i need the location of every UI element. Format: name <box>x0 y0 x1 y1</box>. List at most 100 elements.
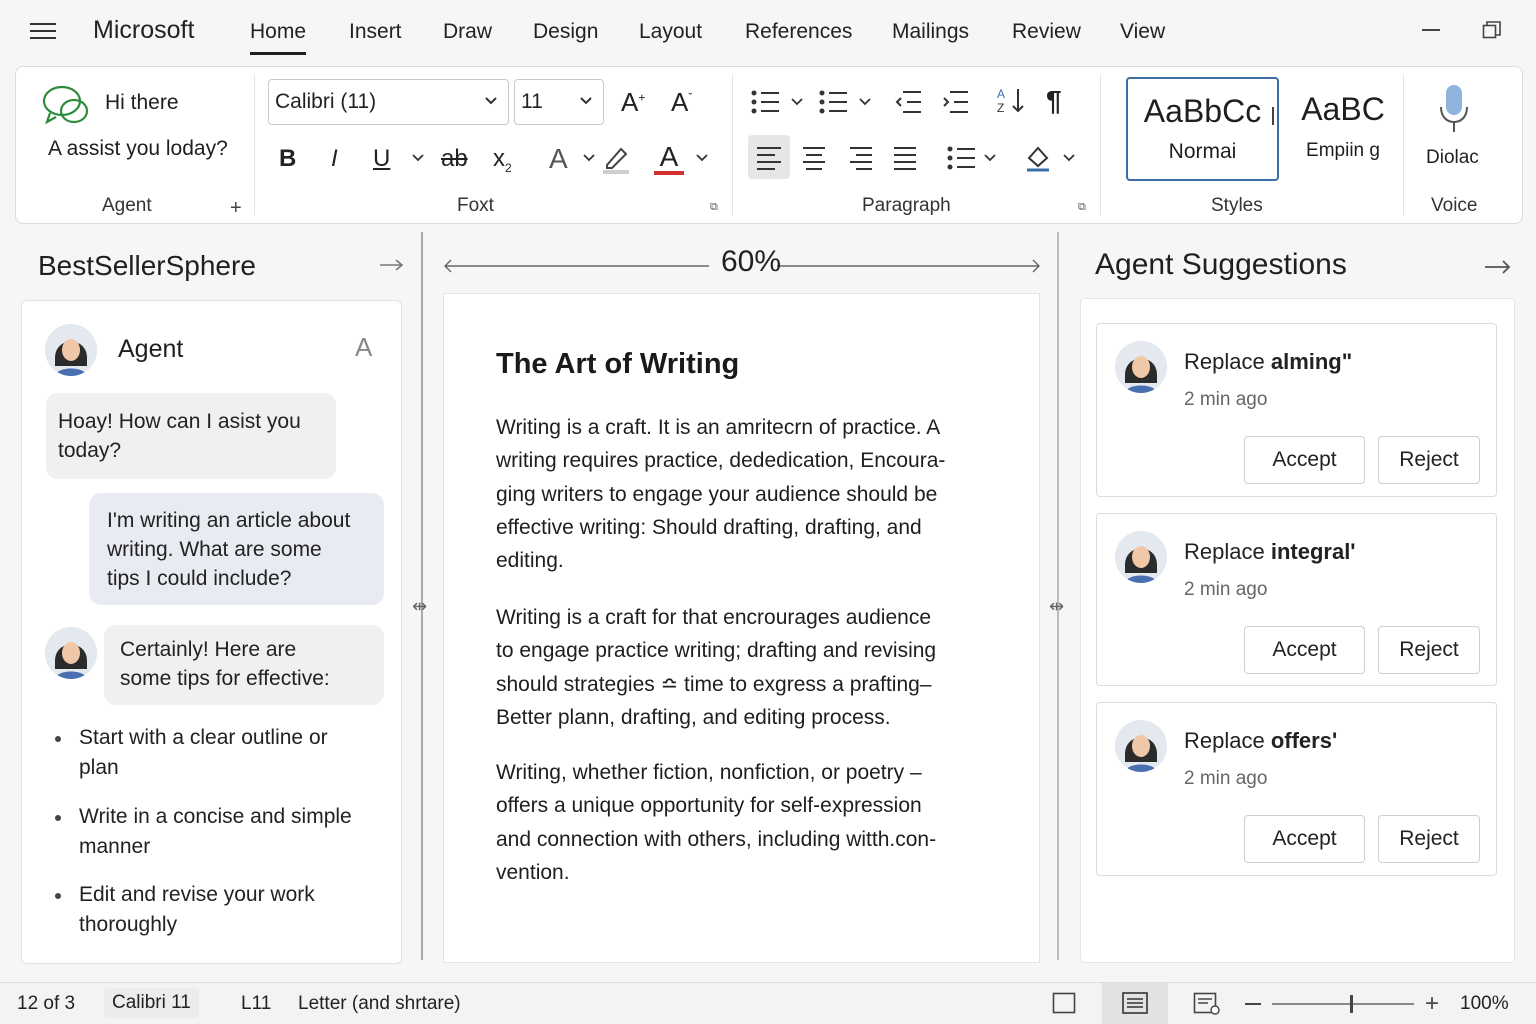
document-paragraph[interactable]: Writing is a craft. It is an amritecrn o… <box>496 411 996 577</box>
agent-expand-icon[interactable]: + <box>230 197 242 220</box>
decrease-indent-icon[interactable] <box>895 89 923 115</box>
suggestion-prefix: Replace <box>1184 349 1265 374</box>
print-layout-button[interactable] <box>1102 983 1168 1024</box>
zoom-out-icon[interactable] <box>1245 1003 1261 1005</box>
web-layout-icon[interactable] <box>1193 992 1221 1016</box>
group-divider <box>1403 75 1404 215</box>
tab-insert[interactable]: Insert <box>349 20 402 44</box>
chevron-down-icon[interactable] <box>583 153 595 163</box>
paper-size[interactable]: Letter (and shrtare) <box>298 993 461 1015</box>
focus-view-icon[interactable] <box>1052 992 1076 1014</box>
page-count[interactable]: 12 of 3 <box>17 993 75 1015</box>
collapse-arrow-icon[interactable] <box>379 256 405 274</box>
style-emphasis[interactable]: AaBC Empiin g <box>1288 77 1398 181</box>
align-center-icon[interactable] <box>801 145 827 171</box>
reject-button[interactable]: Reject <box>1378 815 1480 863</box>
font-dialog-launcher-icon[interactable]: ⧉ <box>710 201 718 214</box>
increase-indent-icon[interactable] <box>942 89 970 115</box>
highlight-icon[interactable] <box>601 143 631 175</box>
tip-line: plan <box>79 756 119 779</box>
tab-layout[interactable]: Layout <box>639 20 702 44</box>
suggestion-word: integral' <box>1270 539 1356 564</box>
microphone-icon[interactable] <box>1438 83 1470 135</box>
document-paragraph[interactable]: Writing, whether fiction, nonfiction, or… <box>496 756 996 889</box>
strikethrough-icon[interactable]: ab <box>441 145 468 173</box>
tip-item: Edit and revise your work thoroughly <box>55 880 315 940</box>
tab-home[interactable]: Home <box>250 20 307 55</box>
bullets-icon[interactable] <box>750 89 780 115</box>
grow-font-icon[interactable]: A+ <box>621 87 645 118</box>
tab-design[interactable]: Design <box>533 20 598 44</box>
tab-mailings[interactable]: Mailings <box>892 20 969 44</box>
numbering-icon[interactable] <box>818 89 848 115</box>
chevron-down-icon[interactable] <box>859 97 871 107</box>
group-divider <box>1100 75 1101 215</box>
chevron-down-icon[interactable] <box>984 153 996 163</box>
reject-button[interactable]: Reject <box>1378 436 1480 484</box>
align-right-icon[interactable] <box>848 145 874 171</box>
agent-menu-icon[interactable]: A <box>355 332 372 363</box>
tip-line: thoroughly <box>79 913 178 936</box>
chevron-down-icon[interactable] <box>696 153 708 163</box>
zoom-in-icon[interactable]: + <box>1425 990 1439 1018</box>
subscript-icon[interactable]: x2 <box>493 145 512 175</box>
zoom-slider[interactable] <box>1272 1003 1414 1005</box>
style-normal[interactable]: AaBbCc Normai <box>1126 77 1279 181</box>
italic-icon[interactable]: I <box>331 145 338 173</box>
chevron-down-icon[interactable] <box>791 97 803 107</box>
text-line: to engage practice writing; drafting and… <box>496 639 937 663</box>
bold-icon[interactable]: B <box>279 145 296 173</box>
font-size-select[interactable]: 11 <box>514 79 604 125</box>
splitter-handle-icon[interactable]: ⇹ <box>1049 596 1064 617</box>
dictate-label[interactable]: Diolac <box>1426 147 1479 169</box>
reject-button[interactable]: Reject <box>1378 626 1480 674</box>
status-font[interactable]: Calibri 11 <box>104 988 199 1018</box>
font-family-select[interactable]: Calibri (11) <box>268 79 509 125</box>
document-page[interactable]: The Art of Writing Writing is a craft. I… <box>443 293 1040 963</box>
tab-draw[interactable]: Draw <box>443 20 492 44</box>
chat-agent-icon[interactable] <box>40 81 94 131</box>
suggestion-time: 2 min ago <box>1184 579 1268 600</box>
agent-avatar <box>45 627 97 679</box>
tab-review[interactable]: Review <box>1012 20 1081 44</box>
underline-icon[interactable]: U <box>373 145 390 173</box>
splitter-handle-icon[interactable]: ⇹ <box>412 596 427 617</box>
paragraph-dialog-launcher-icon[interactable]: ⧉ <box>1078 201 1086 214</box>
shrink-font-icon[interactable]: Aˇ <box>671 87 692 118</box>
zoom-level[interactable]: 100% <box>1460 993 1509 1015</box>
agent-avatar <box>1115 720 1167 772</box>
zoom-slider-thumb[interactable] <box>1350 995 1353 1013</box>
style-normal-preview: AaBbCc <box>1143 93 1262 129</box>
text-line: vention. <box>496 860 570 884</box>
chat-message-user: I'm writing an article about writing. Wh… <box>89 493 384 605</box>
sort-icon[interactable]: AZ <box>996 85 1028 115</box>
group-label-voice: Voice <box>1431 195 1478 216</box>
pilcrow-icon[interactable]: ¶ <box>1046 85 1062 117</box>
tab-references[interactable]: References <box>745 20 852 44</box>
agent-name: Agent <box>118 335 184 363</box>
accept-button[interactable]: Accept <box>1244 626 1365 674</box>
text-effects-icon[interactable]: A <box>549 143 568 175</box>
restore-icon[interactable] <box>1482 20 1502 40</box>
agent-prompt[interactable]: A assist you loday? <box>48 137 228 161</box>
justify-icon[interactable] <box>892 145 918 171</box>
chevron-down-icon[interactable] <box>1063 153 1075 163</box>
align-left-button[interactable] <box>748 135 790 179</box>
hamburger-menu-icon[interactable] <box>28 18 58 44</box>
accept-button[interactable]: Accept <box>1244 815 1365 863</box>
minimize-icon[interactable] <box>1422 29 1440 31</box>
accept-button[interactable]: Accept <box>1244 436 1365 484</box>
collapse-arrow-icon[interactable] <box>1484 258 1512 276</box>
chevron-down-icon[interactable] <box>412 153 424 163</box>
tab-view[interactable]: View <box>1120 20 1165 44</box>
line-indicator[interactable]: L11 <box>241 993 271 1015</box>
document-paragraph[interactable]: Writing is a craft for that encrourages … <box>496 601 996 734</box>
ribbon: Hi there A assist you loday? Agent + Cal… <box>15 66 1523 224</box>
line-spacing-icon[interactable] <box>946 145 976 171</box>
agent-avatar <box>1115 531 1167 583</box>
shading-icon[interactable] <box>1024 143 1052 173</box>
zoom-percent-label: 60% <box>720 245 782 278</box>
font-size-value: 11 <box>521 90 543 113</box>
font-color-icon[interactable]: A <box>654 141 684 175</box>
document-title[interactable]: The Art of Writing <box>496 348 739 381</box>
